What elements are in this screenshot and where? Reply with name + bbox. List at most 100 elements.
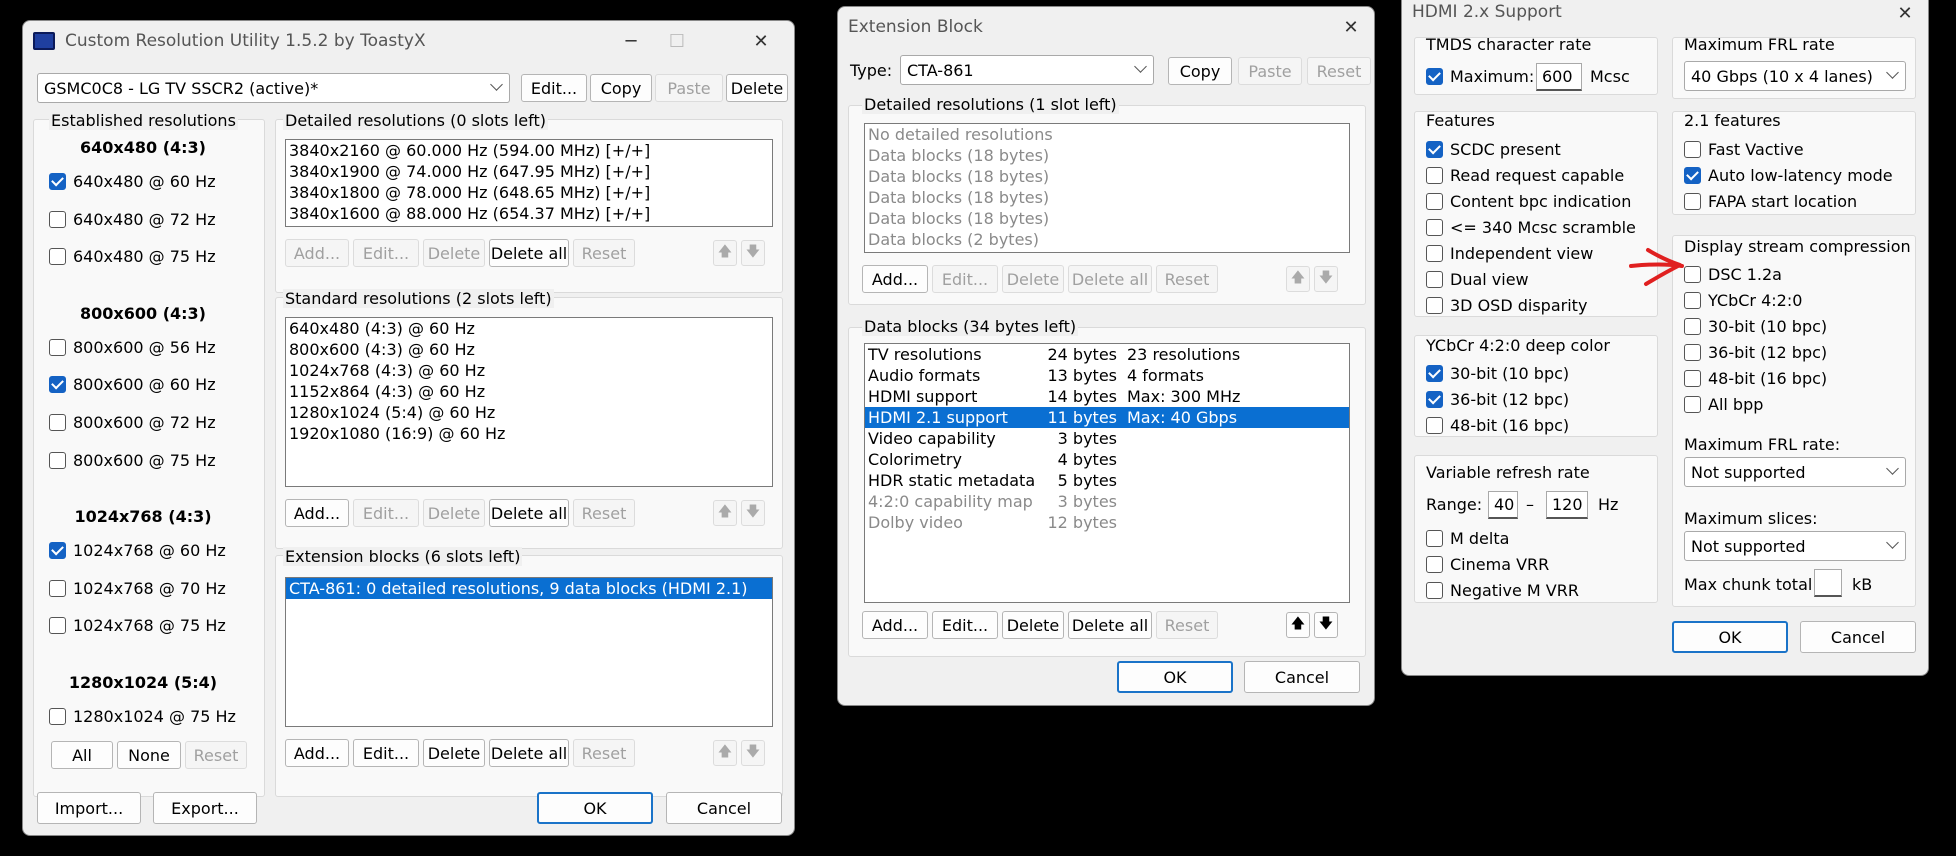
extension-delete-button[interactable]: Delete xyxy=(423,739,485,767)
list-item[interactable]: 1920x1080 (16:9) @ 60 Hz xyxy=(286,423,772,444)
ext-data-delete-button[interactable]: Delete xyxy=(1002,611,1064,639)
checkbox-negative-m-vrr[interactable]: Negative M VRR xyxy=(1426,581,1579,600)
established-checkbox-640x480-72-hz[interactable]: 640x480 @ 72 Hz xyxy=(49,210,216,229)
ext-copy-button[interactable]: Copy xyxy=(1168,57,1232,85)
extension-add-button[interactable]: Add... xyxy=(285,739,349,767)
table-row[interactable]: HDR static metadata 5 bytes xyxy=(865,470,1349,491)
import-button[interactable]: Import... xyxy=(37,792,141,824)
list-item[interactable]: 3840x1600 @ 88.000 Hz (654.37 MHz) [+/+] xyxy=(286,203,772,224)
checkbox-36-bit-12-bpc[interactable]: 36-bit (12 bpc) xyxy=(1426,390,1569,409)
arrow-up-icon[interactable]: 🡅 xyxy=(1286,612,1310,638)
display-select[interactable]: GSMC0C8 - LG TV SSCR2 (active)* xyxy=(37,73,510,103)
edit-display-button[interactable]: Edit... xyxy=(521,74,587,102)
none-button[interactable]: None xyxy=(117,741,181,769)
checkbox-fapa-start-location[interactable]: FAPA start location xyxy=(1684,192,1857,211)
table-row[interactable]: HDMI 2.1 support 11 bytes Max: 40 Gbps xyxy=(865,407,1349,428)
established-checkbox-800x600-75-hz[interactable]: 800x600 @ 75 Hz xyxy=(49,451,216,470)
list-item[interactable]: 3840x1900 @ 74.000 Hz (647.95 MHz) [+/+] xyxy=(286,161,772,182)
standard-reset-button[interactable]: Reset xyxy=(573,499,635,527)
established-checkbox-800x600-72-hz[interactable]: 800x600 @ 72 Hz xyxy=(49,413,216,432)
established-checkbox-800x600-60-hz[interactable]: 800x600 @ 60 Hz xyxy=(49,375,216,394)
standard-edit-button[interactable]: Edit... xyxy=(353,499,419,527)
ext-detailed-add-button[interactable]: Add... xyxy=(862,265,928,293)
dsc-frl-select[interactable]: Not supported xyxy=(1684,457,1906,487)
list-item[interactable]: CTA-861: 0 detailed resolutions, 9 data … xyxy=(286,578,772,599)
maximize-icon[interactable]: ☐ xyxy=(654,25,700,57)
frl-select[interactable]: 40 Gbps (10 x 4 lanes) xyxy=(1684,61,1906,91)
checkbox-3d-osd-disparity[interactable]: 3D OSD disparity xyxy=(1426,296,1587,315)
close-icon[interactable]: ✕ xyxy=(738,25,784,57)
table-row[interactable]: 4:2:0 capability map 3 bytes xyxy=(865,491,1349,512)
detailed-edit-button[interactable]: Edit... xyxy=(353,239,419,267)
detailed-delete-all-button[interactable]: Delete all xyxy=(489,239,569,267)
table-row[interactable]: TV resolutions 24 bytes 23 resolutions xyxy=(865,344,1349,365)
table-row[interactable]: Dolby video 12 bytes xyxy=(865,512,1349,533)
checkbox-48-bit-16-bpc[interactable]: 48-bit (16 bpc) xyxy=(1426,416,1569,435)
delete-display-button[interactable]: Delete xyxy=(726,74,788,102)
hdmi-titlebar[interactable]: HDMI 2.x Support ✕ xyxy=(1402,0,1928,27)
ext-data-edit-button[interactable]: Edit... xyxy=(932,611,998,639)
list-item[interactable]: 1152x864 (4:3) @ 60 Hz xyxy=(286,381,772,402)
export-button[interactable]: Export... xyxy=(153,792,257,824)
checkbox-30-bit-10-bpc[interactable]: 30-bit (10 bpc) xyxy=(1684,317,1827,336)
table-row[interactable]: HDMI support 14 bytes Max: 300 MHz xyxy=(865,386,1349,407)
detailed-reset-button[interactable]: Reset xyxy=(573,239,635,267)
arrow-down-icon[interactable]: 🡇 xyxy=(741,240,765,266)
list-item[interactable]: 1280x1024 (5:4) @ 60 Hz xyxy=(286,402,772,423)
ext-data-delete-all-button[interactable]: Delete all xyxy=(1068,611,1152,639)
established-checkbox-1024x768-60-hz[interactable]: 1024x768 @ 60 Hz xyxy=(49,541,226,560)
dsc-slices-select[interactable]: Not supported xyxy=(1684,531,1906,561)
checkbox-all-bpp[interactable]: All bpp xyxy=(1684,395,1763,414)
arrow-down-icon[interactable]: 🡇 xyxy=(741,500,765,526)
cru-titlebar[interactable]: Custom Resolution Utility 1.5.2 by Toast… xyxy=(23,21,794,61)
list-item[interactable]: No detailed resolutions xyxy=(865,124,1349,145)
ext-detailed-delete-button[interactable]: Delete xyxy=(1002,265,1064,293)
checkbox-30-bit-10-bpc[interactable]: 30-bit (10 bpc) xyxy=(1426,364,1569,383)
extension-delete-all-button[interactable]: Delete all xyxy=(489,739,569,767)
list-item[interactable]: Data blocks (18 bytes) xyxy=(865,166,1349,187)
standard-delete-button[interactable]: Delete xyxy=(423,499,485,527)
list-item[interactable]: Data blocks (2 bytes) xyxy=(865,229,1349,250)
ext-detailed-edit-button[interactable]: Edit... xyxy=(932,265,998,293)
list-item[interactable]: 640x480 (4:3) @ 60 Hz xyxy=(286,318,772,339)
established-checkbox-800x600-56-hz[interactable]: 800x600 @ 56 Hz xyxy=(49,338,216,357)
list-item[interactable]: 3840x1800 @ 78.000 Hz (648.65 MHz) [+/+] xyxy=(286,182,772,203)
checkbox-m-delta[interactable]: M delta xyxy=(1426,529,1509,548)
minimize-icon[interactable]: ─ xyxy=(608,25,654,57)
list-item[interactable]: Data blocks (18 bytes) xyxy=(865,187,1349,208)
arrow-up-icon[interactable]: 🡅 xyxy=(713,740,737,766)
arrow-up-icon[interactable]: 🡅 xyxy=(713,500,737,526)
checkbox-48-bit-16-bpc[interactable]: 48-bit (16 bpc) xyxy=(1684,369,1827,388)
all-button[interactable]: All xyxy=(51,741,113,769)
checkbox-dual-view[interactable]: Dual view xyxy=(1426,270,1529,289)
list-item[interactable]: 3840x2160 @ 60.000 Hz (594.00 MHz) [+/+] xyxy=(286,140,772,161)
standard-list[interactable]: 640x480 (4:3) @ 60 Hz 800x600 (4:3) @ 60 … xyxy=(285,317,773,487)
ext-close-icon[interactable]: ✕ xyxy=(1328,11,1374,43)
established-checkbox-1024x768-70-hz[interactable]: 1024x768 @ 70 Hz xyxy=(49,579,226,598)
ext-titlebar[interactable]: Extension Block ✕ xyxy=(838,7,1374,47)
checkbox-ycbcr-4-2-0[interactable]: YCbCr 4:2:0 xyxy=(1684,291,1802,310)
ext-detailed-delete-all-button[interactable]: Delete all xyxy=(1068,265,1152,293)
list-item[interactable]: Data blocks (18 bytes) xyxy=(865,208,1349,229)
list-item[interactable]: 800x600 (4:3) @ 60 Hz xyxy=(286,339,772,360)
checkbox-content-bpc-indication[interactable]: Content bpc indication xyxy=(1426,192,1631,211)
established-checkbox-1280x1024-75-hz[interactable]: 1280x1024 @ 75 Hz xyxy=(49,707,236,726)
detailed-delete-button[interactable]: Delete xyxy=(423,239,485,267)
arrow-down-icon[interactable]: 🡇 xyxy=(1314,612,1338,638)
checkbox-fast-vactive[interactable]: Fast Vactive xyxy=(1684,140,1804,159)
detailed-list[interactable]: 3840x2160 @ 60.000 Hz (594.00 MHz) [+/+]… xyxy=(285,139,773,227)
checkbox-36-bit-12-bpc[interactable]: 36-bit (12 bpc) xyxy=(1684,343,1827,362)
checkbox-scdc-present[interactable]: SCDC present xyxy=(1426,140,1561,159)
ext-paste-button[interactable]: Paste xyxy=(1238,57,1302,85)
tmds-max-input[interactable]: 600 xyxy=(1536,63,1582,91)
checkbox-cinema-vrr[interactable]: Cinema VRR xyxy=(1426,555,1549,574)
cancel-button[interactable]: Cancel xyxy=(666,792,782,824)
standard-add-button[interactable]: Add... xyxy=(285,499,349,527)
tmds-max-checkbox[interactable]: Maximum: xyxy=(1426,67,1534,86)
ext-data-add-button[interactable]: Add... xyxy=(862,611,928,639)
standard-delete-all-button[interactable]: Delete all xyxy=(489,499,569,527)
checkbox-auto-low-latency-mode[interactable]: Auto low-latency mode xyxy=(1684,166,1893,185)
extension-edit-button[interactable]: Edit... xyxy=(353,739,419,767)
ext-data-reset-button[interactable]: Reset xyxy=(1156,611,1218,639)
extension-reset-button[interactable]: Reset xyxy=(573,739,635,767)
